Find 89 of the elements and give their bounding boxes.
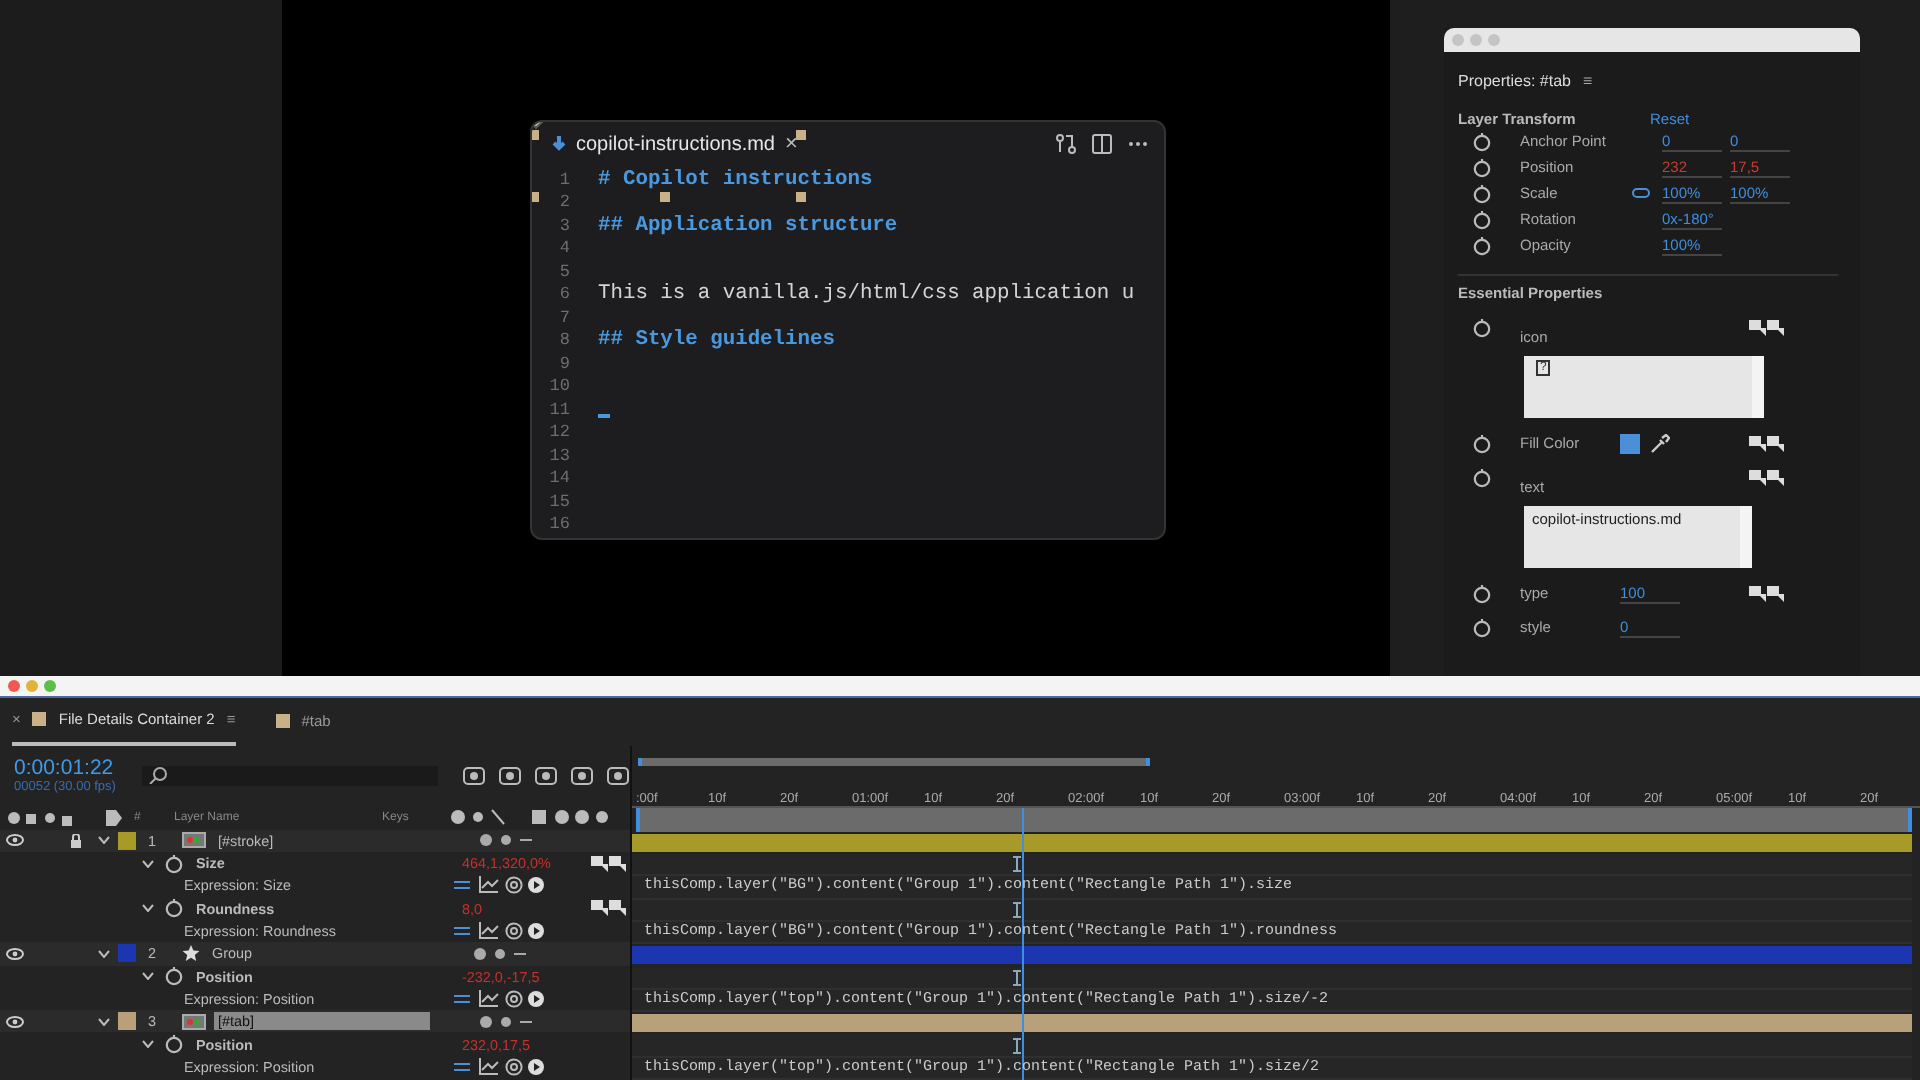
keyframe-buttons-icon[interactable] (1748, 468, 1786, 488)
caret-icon[interactable] (98, 1017, 110, 1026)
color-swatch[interactable] (1620, 434, 1640, 454)
markdown-icon (552, 135, 566, 153)
stopwatch-icon[interactable] (164, 853, 184, 874)
footage-icon (182, 832, 206, 849)
compare-icon[interactable] (1056, 134, 1076, 154)
footage-icon (182, 1013, 206, 1030)
expression-marker-icon (1012, 969, 1022, 986)
expression-controls-drawing[interactable] (454, 989, 546, 1008)
keyframe-buttons-icon[interactable] (1748, 318, 1786, 338)
line-number: 11 (547, 399, 570, 420)
expression-marker-icon (1012, 856, 1022, 873)
stopwatch-icon[interactable] (1472, 235, 1492, 255)
caret-icon[interactable] (142, 904, 154, 913)
composition-icon (32, 712, 47, 727)
layer-switches-icon[interactable] (478, 1013, 538, 1030)
stopwatch-icon[interactable] (1472, 468, 1492, 488)
stopwatch-icon[interactable] (1472, 618, 1492, 638)
label-color[interactable] (118, 831, 136, 850)
expression-controls-drawing[interactable] (454, 1057, 546, 1076)
expression-marker-icon (1012, 901, 1022, 918)
keyframe-buttons-icon[interactable] (590, 898, 628, 919)
eye-icon[interactable] (6, 1015, 24, 1028)
stopwatch-icon[interactable] (1472, 318, 1492, 338)
expression-controls-drawing[interactable] (454, 876, 546, 895)
stopwatch-icon[interactable] (1472, 131, 1492, 151)
line-number: 1 (557, 169, 570, 190)
split-editor-icon[interactable] (1092, 134, 1112, 154)
line-number: 7 (557, 307, 570, 328)
stopwatch-icon[interactable] (1472, 157, 1492, 177)
caret-icon[interactable] (142, 1040, 154, 1049)
line-number: 4 (557, 238, 570, 259)
line-number: 5 (557, 261, 570, 282)
text-cursor (598, 414, 610, 417)
menu-button[interactable]: ≡ (1582, 72, 1593, 90)
code-text: ## Style guidelines (598, 328, 835, 353)
label-color[interactable] (118, 1012, 136, 1031)
line-number: 16 (547, 514, 570, 535)
line-number: 13 (547, 445, 570, 466)
code-text: This is a vanilla.js/html/css application u (598, 282, 1135, 307)
line-number: 9 (557, 353, 570, 374)
eyedropper-icon[interactable] (1650, 434, 1670, 454)
line-number: 14 (547, 468, 570, 489)
stopwatch-icon[interactable] (1472, 434, 1492, 454)
caret-icon[interactable] (142, 859, 154, 868)
eye-icon[interactable] (6, 834, 24, 847)
star-icon (182, 944, 200, 963)
expression-marker-icon (1012, 1037, 1022, 1054)
code-text: # Copilot instructions (598, 167, 873, 192)
stopwatch-icon[interactable] (1472, 584, 1492, 604)
keyframe-buttons-icon[interactable] (590, 853, 628, 874)
line-number: 12 (547, 422, 570, 443)
keyframe-buttons-icon[interactable] (1748, 434, 1786, 454)
link-icon[interactable] (1632, 188, 1650, 198)
line-number: 3 (557, 215, 570, 236)
caret-icon[interactable] (98, 836, 110, 845)
stopwatch-icon[interactable] (164, 898, 184, 919)
layer-duration-bar[interactable] (632, 1014, 1912, 1033)
av-switches-icon (6, 809, 74, 826)
line-number: 8 (557, 330, 570, 351)
stopwatch-icon[interactable] (1472, 183, 1492, 203)
composition-icon (275, 714, 290, 729)
eye-icon[interactable] (6, 947, 24, 960)
layer-duration-bar[interactable] (632, 833, 1912, 852)
expression-controls-drawing[interactable] (454, 922, 546, 941)
line-number: 6 (557, 284, 570, 305)
label-icon (106, 809, 122, 826)
stopwatch-icon[interactable] (164, 966, 184, 987)
lock-icon[interactable] (70, 833, 82, 848)
layer-switches-icon[interactable] (472, 945, 532, 962)
stopwatch-icon[interactable] (164, 1034, 184, 1055)
layer-switches-icon[interactable] (478, 832, 538, 849)
stopwatch-icon[interactable] (1472, 209, 1492, 229)
search-icon (148, 766, 168, 785)
panel-title: Properties: #tab (1458, 72, 1571, 90)
line-number: 10 (547, 376, 570, 397)
search-field[interactable] (142, 765, 438, 786)
caret-icon[interactable] (98, 949, 110, 958)
label-color[interactable] (118, 944, 136, 963)
caret-icon[interactable] (142, 972, 154, 981)
close-button[interactable]: × (784, 132, 798, 156)
editor-tab[interactable]: copilot-instructions.md × (552, 132, 798, 156)
code-text: ## Application structure (598, 213, 898, 238)
line-number: 15 (547, 491, 570, 512)
layer-switches-icon (450, 808, 610, 827)
line-number: 2 (557, 192, 570, 213)
timecode[interactable]: 0:00:01:22 (14, 756, 130, 781)
keyframe-buttons-icon[interactable] (1748, 584, 1786, 604)
